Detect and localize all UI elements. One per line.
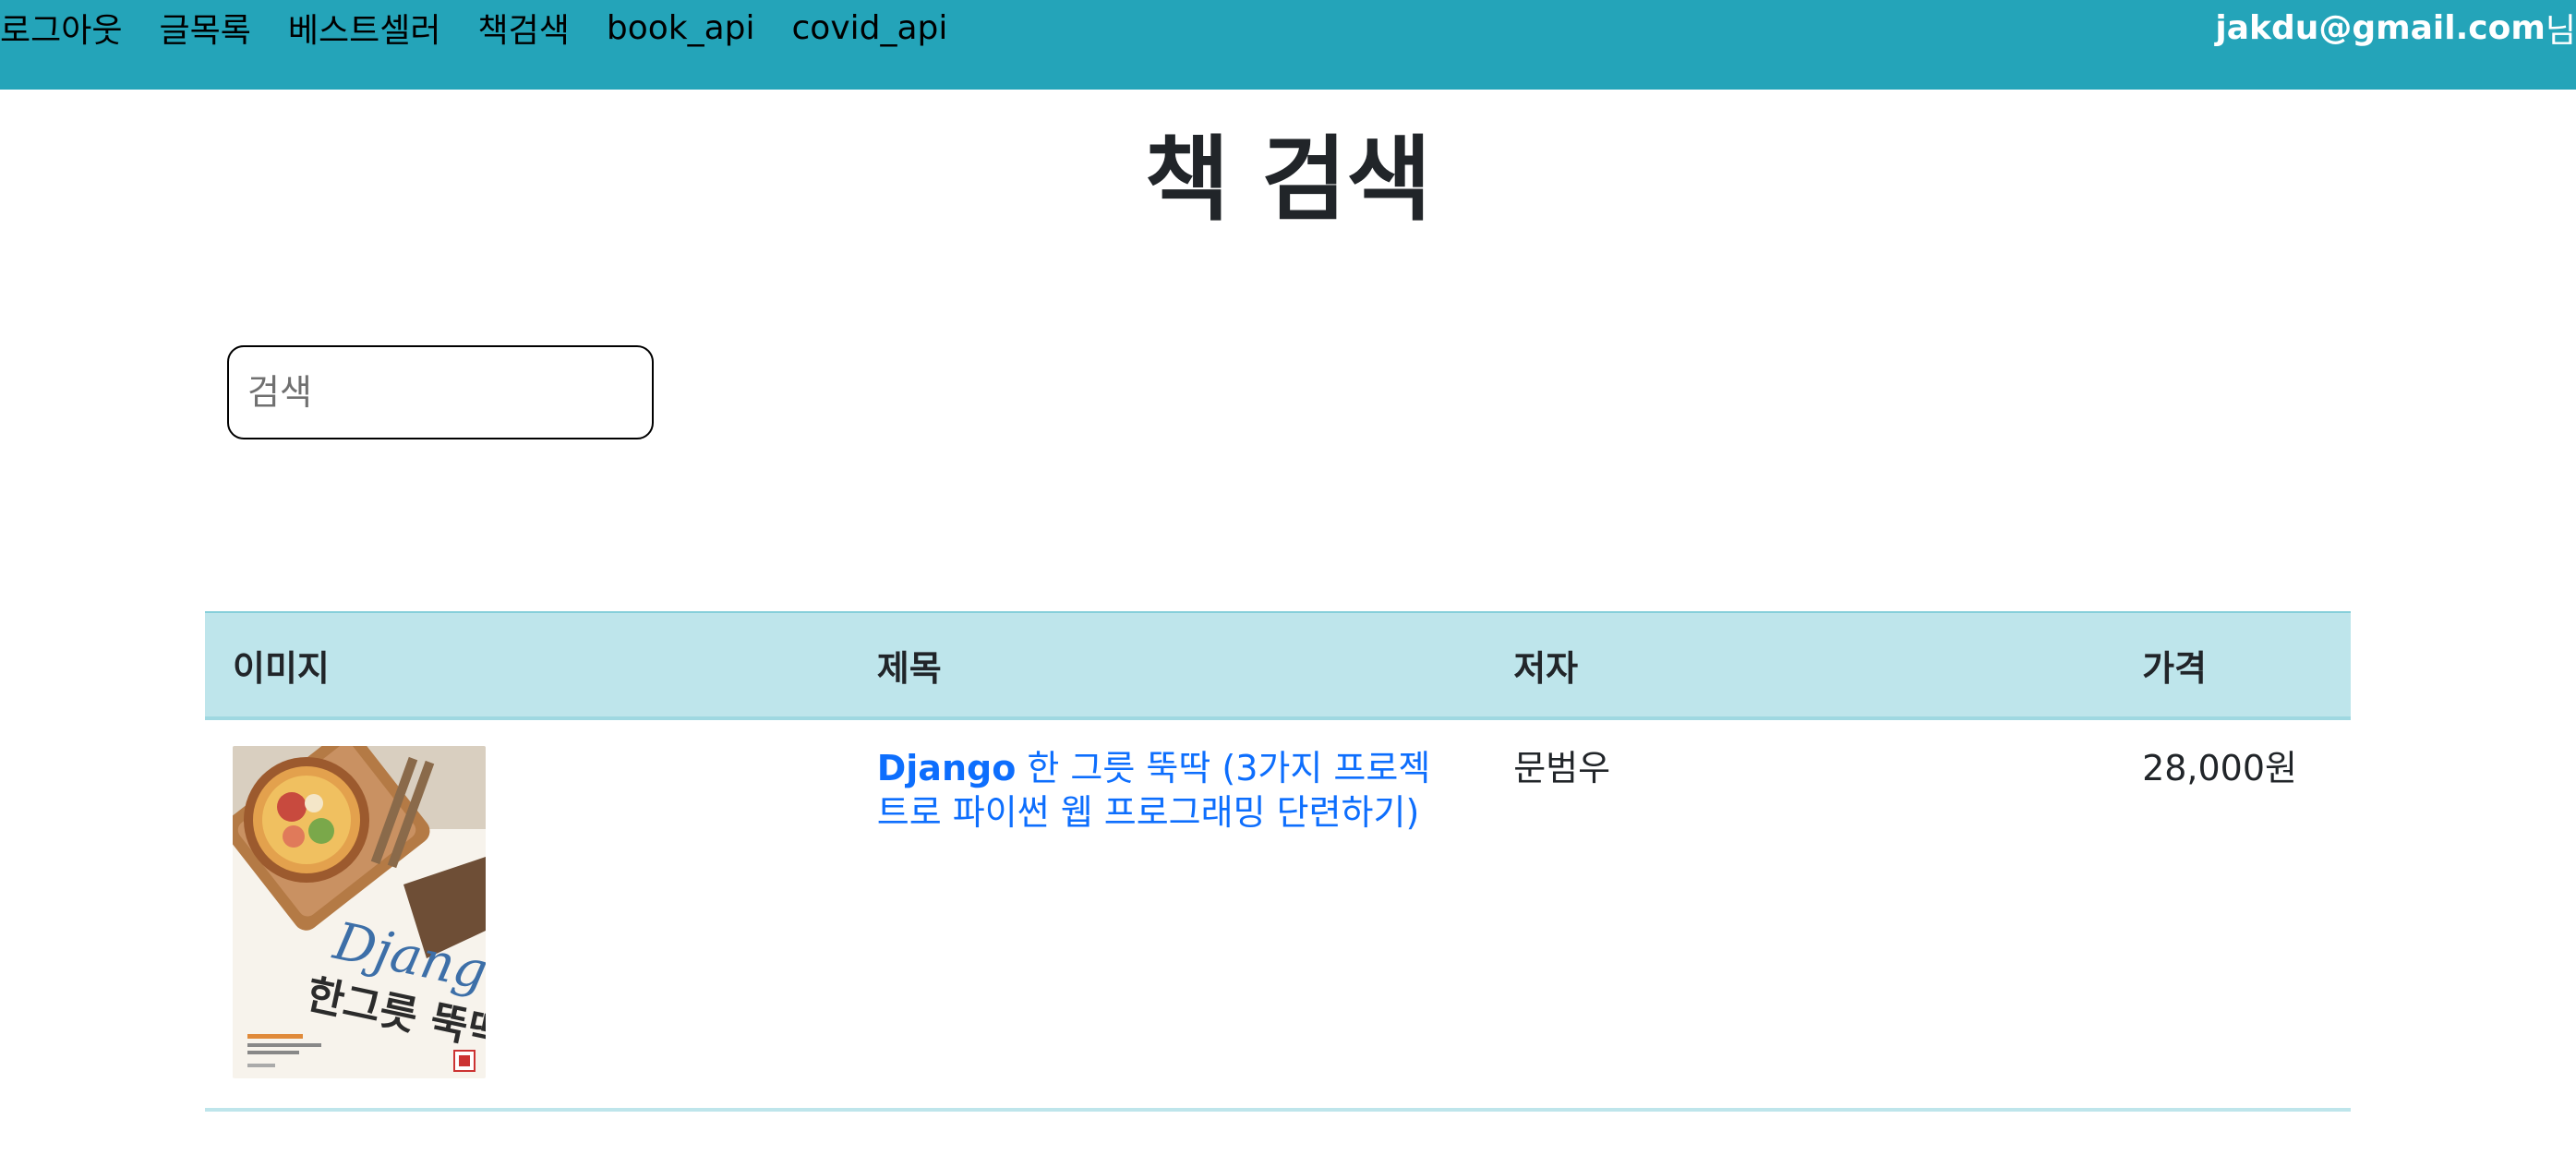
results-table: 이미지 제목 저자 가격 Django 한그릇 뚝딱 Django 한 그릇 뚝…: [205, 611, 2351, 1112]
user-greeting: jakdu@gmail.com 님: [2215, 0, 2576, 55]
book-title-link[interactable]: Django 한 그릇 뚝딱 (3가지 프로젝트로 파이썬 웹 프로그래밍 단련…: [877, 748, 1431, 833]
cell-price: 28,000원: [2114, 718, 2351, 1112]
cell-title: Django 한 그릇 뚝딱 (3가지 프로젝트로 파이썬 웹 프로그래밍 단련…: [849, 718, 1487, 1112]
column-header-image: 이미지: [205, 611, 849, 720]
nav-link-post-list[interactable]: 글목록: [159, 4, 250, 52]
column-header-title: 제목: [849, 611, 1487, 720]
table-header-row: 이미지 제목 저자 가격: [205, 611, 2351, 720]
column-header-price: 가격: [2114, 611, 2351, 720]
user-email: jakdu@gmail.com: [2215, 8, 2546, 47]
column-header-author: 저자: [1486, 611, 2115, 720]
user-suffix: 님: [2545, 12, 2576, 50]
book-title-bold: Django: [876, 748, 1017, 788]
cell-author: 문범우: [1486, 718, 2115, 1112]
book-cover-image: Django 한그릇 뚝딱: [233, 746, 486, 1078]
nav-link-book-search[interactable]: 책검색: [477, 4, 569, 52]
page-title: 책 검색: [1144, 126, 1432, 234]
navbar: 로그아웃 글목록 베스트셀러 책검색 book_api covid_api ja…: [0, 0, 2576, 90]
nav-links: 로그아웃 글목록 베스트셀러 책검색 book_api covid_api: [0, 0, 984, 55]
cell-image: Django 한그릇 뚝딱: [205, 718, 849, 1112]
nav-link-bestseller[interactable]: 베스트셀러: [288, 4, 441, 52]
nav-link-logout[interactable]: 로그아웃: [0, 4, 122, 52]
search-input[interactable]: [227, 345, 654, 439]
nav-link-covid-api[interactable]: covid_api: [792, 9, 948, 47]
nav-link-book-api[interactable]: book_api: [607, 9, 755, 47]
table-row: Django 한그릇 뚝딱 Django 한 그릇 뚝딱 (3가지 프로젝트로 …: [205, 718, 2351, 1112]
